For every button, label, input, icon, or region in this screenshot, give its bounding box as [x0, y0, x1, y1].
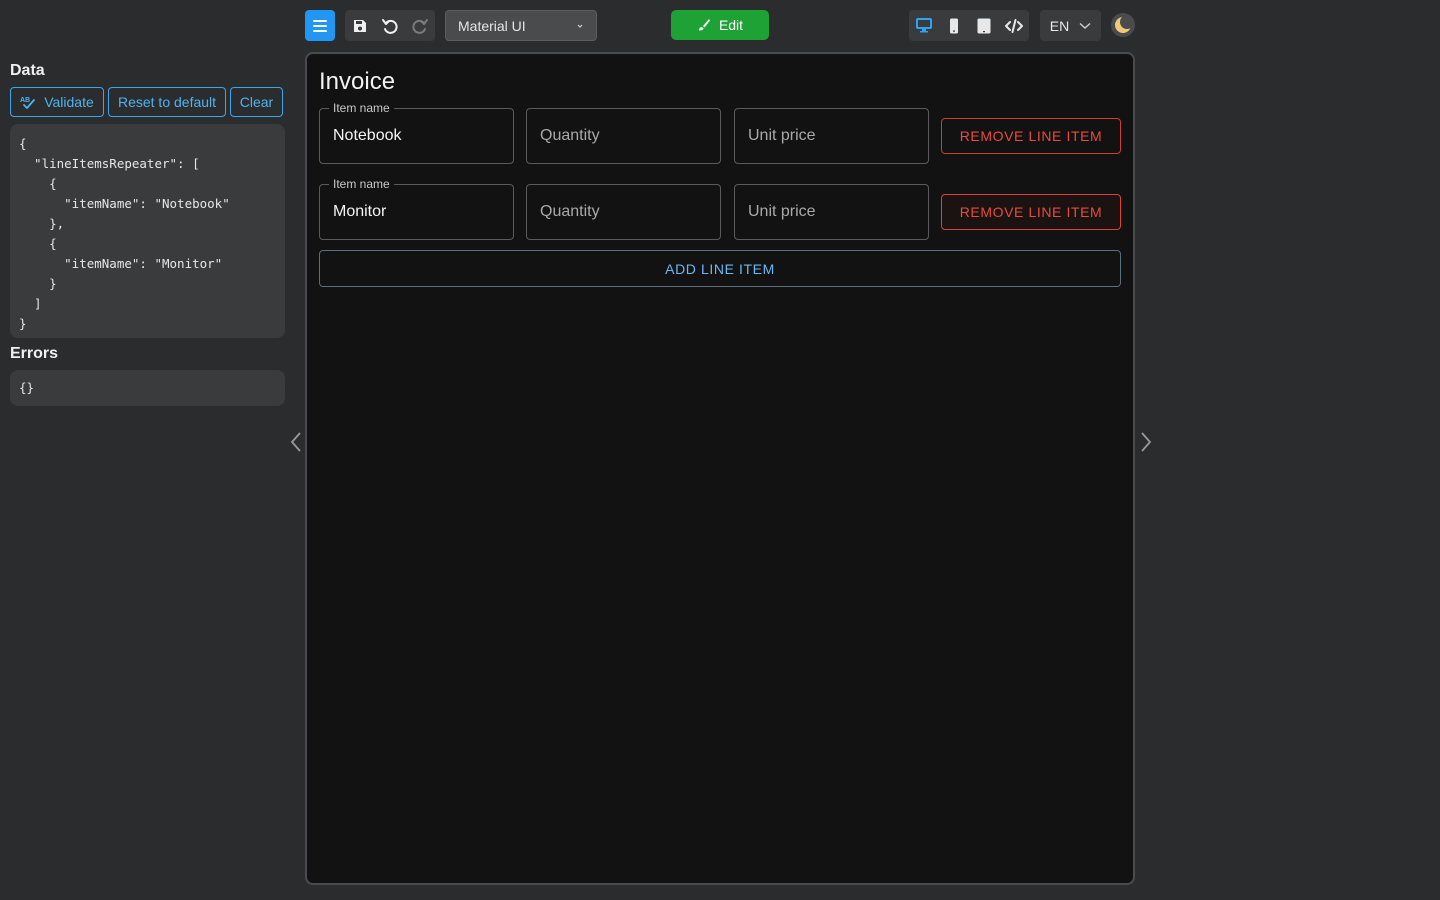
theme-toggle-button[interactable] — [1111, 13, 1135, 37]
validate-button[interactable]: AB Validate — [10, 87, 104, 117]
menu-button[interactable] — [305, 10, 335, 41]
add-label: ADD LINE ITEM — [665, 260, 775, 277]
undo-button[interactable] — [375, 10, 405, 41]
add-line-item-button[interactable]: ADD LINE ITEM — [319, 250, 1121, 287]
item-name-value: Notebook — [333, 127, 402, 144]
form-title: Invoice — [319, 68, 396, 95]
quantity-placeholder: Quantity — [540, 203, 600, 220]
unit-price-placeholder: Unit price — [748, 127, 816, 144]
data-json-viewer[interactable]: { "lineItemsRepeater": [ { "itemName": "… — [10, 124, 285, 338]
phone-icon — [950, 18, 958, 33]
svg-text:AB: AB — [20, 97, 30, 104]
item-name-field[interactable]: Item name Notebook — [319, 101, 514, 164]
reset-label: Reset to default — [117, 94, 217, 110]
item-name-field[interactable]: Item name Monitor — [319, 177, 514, 240]
errors-json-viewer[interactable]: {} — [10, 370, 285, 406]
chevron-right-icon[interactable] — [1139, 431, 1153, 453]
theme-select[interactable]: Material UI — [445, 10, 597, 41]
desktop-view-button[interactable] — [909, 10, 939, 41]
edit-button[interactable]: Edit — [671, 10, 769, 40]
reset-to-default-button[interactable]: Reset to default — [108, 87, 226, 117]
item-name-label: Item name — [329, 101, 394, 115]
code-view-button[interactable] — [999, 10, 1029, 41]
chevron-down-icon — [1079, 22, 1091, 29]
caret-down-icon — [577, 24, 583, 28]
unit-price-placeholder: Unit price — [748, 203, 816, 220]
edit-label: Edit — [718, 17, 744, 33]
remove-line-item-button[interactable]: REMOVE LINE ITEM — [941, 118, 1121, 154]
save-button[interactable] — [345, 10, 375, 41]
history-toolbar — [345, 10, 435, 41]
remove-line-item-button[interactable]: REMOVE LINE ITEM — [941, 194, 1121, 230]
language-select[interactable]: EN — [1040, 10, 1101, 41]
item-name-value: Monitor — [333, 203, 387, 220]
brush-icon — [698, 19, 710, 31]
monitor-icon — [916, 18, 932, 33]
unit-price-field[interactable]: Unit price — [734, 184, 929, 240]
undo-icon — [382, 18, 398, 34]
chevron-left-icon[interactable] — [289, 431, 303, 453]
moon-icon — [1115, 15, 1133, 33]
spellcheck-icon: AB — [20, 97, 36, 109]
item-name-label: Item name — [329, 177, 394, 191]
redo-icon — [412, 18, 428, 34]
hamburger-menu-icon — [313, 19, 327, 32]
form-preview: Invoice Item name Notebook Quantity Unit… — [305, 52, 1135, 885]
validate-label: Validate — [44, 94, 94, 110]
code-icon — [1005, 18, 1023, 33]
redo-button[interactable] — [405, 10, 435, 41]
language-value: EN — [1049, 17, 1070, 34]
mobile-view-button[interactable] — [939, 10, 969, 41]
theme-select-value: Material UI — [458, 17, 526, 34]
clear-button[interactable]: Clear — [230, 87, 283, 117]
viewport-toolbar — [909, 10, 1029, 41]
quantity-placeholder: Quantity — [540, 127, 600, 144]
save-icon — [354, 19, 366, 32]
unit-price-field[interactable]: Unit price — [734, 108, 929, 164]
remove-label: REMOVE LINE ITEM — [959, 204, 1103, 220]
remove-label: REMOVE LINE ITEM — [959, 128, 1103, 144]
tablet-icon — [977, 18, 991, 33]
data-title: Data — [10, 62, 45, 79]
quantity-field[interactable]: Quantity — [526, 184, 721, 240]
quantity-field[interactable]: Quantity — [526, 108, 721, 164]
clear-label: Clear — [239, 94, 274, 110]
tablet-view-button[interactable] — [969, 10, 999, 41]
errors-title: Errors — [10, 345, 59, 362]
